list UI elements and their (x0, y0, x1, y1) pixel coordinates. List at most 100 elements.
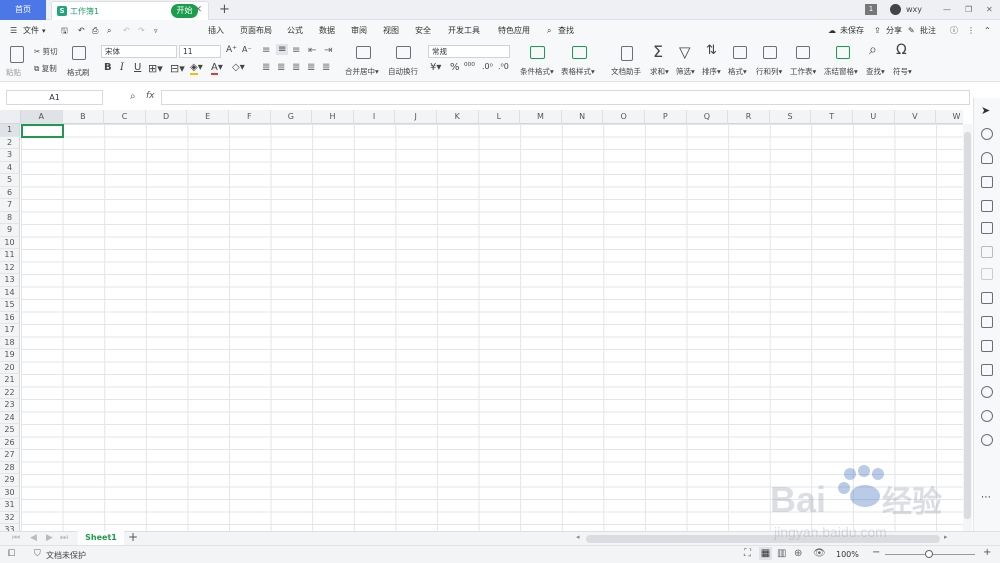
menu-file[interactable]: 文件 (23, 25, 39, 37)
row-header[interactable]: 30 (0, 486, 20, 499)
sort-button[interactable]: 排序▾ (702, 66, 721, 77)
tab-data[interactable]: 数据 (319, 25, 335, 37)
add-sheet-button[interactable]: + (128, 530, 138, 544)
cursor-icon[interactable]: ➤ (981, 104, 993, 117)
column-header[interactable]: U (853, 110, 895, 124)
zoom-slider-handle[interactable] (925, 550, 933, 558)
zoom-formula-icon[interactable]: ⌕ (130, 91, 136, 102)
column-header[interactable]: B (63, 110, 105, 124)
chart-icon[interactable] (981, 222, 993, 234)
column-header[interactable]: Q (687, 110, 729, 124)
align-bottom-icon[interactable]: ≡ (292, 45, 300, 56)
increase-decimal-icon[interactable]: .0⁰ (482, 62, 493, 71)
increase-font-icon[interactable]: A⁺ (226, 45, 237, 55)
prev-sheet-icon[interactable]: ◀ (30, 533, 37, 543)
decrease-decimal-icon[interactable]: .⁰0 (498, 62, 509, 71)
row-header[interactable]: 23 (0, 399, 20, 412)
indent-decrease-icon[interactable]: ⇤ (308, 45, 316, 56)
align-center-icon[interactable]: ≣ (277, 62, 285, 73)
avatar[interactable] (890, 4, 901, 15)
comment-button[interactable]: 批注 (920, 25, 936, 37)
style-icon[interactable] (981, 152, 993, 164)
number-format-select[interactable]: 常规 (428, 45, 510, 58)
conditional-format-button[interactable]: 条件格式▾ (520, 66, 554, 77)
column-header[interactable]: S (770, 110, 812, 124)
security-icon[interactable] (981, 386, 993, 398)
row-header[interactable]: 24 (0, 411, 20, 424)
worksheet-button[interactable]: 工作表▾ (790, 66, 816, 77)
decrease-font-icon[interactable]: A⁻ (242, 45, 252, 54)
wrap-text-icon[interactable] (396, 46, 411, 59)
worksheet-icon[interactable] (796, 46, 810, 59)
collapse-ribbon-icon[interactable]: ⌃ (984, 25, 991, 37)
percent-icon[interactable]: % (450, 62, 460, 73)
column-header[interactable]: F (229, 110, 271, 124)
page-layout-view-icon[interactable]: ▥ (777, 548, 786, 559)
row-header[interactable]: 31 (0, 499, 20, 512)
wrap-text-button[interactable]: 自动换行 (388, 66, 418, 77)
table-style-button[interactable]: 表格样式▾ (561, 66, 595, 77)
conditional-format-icon[interactable] (530, 46, 545, 59)
row-header[interactable]: 10 (0, 236, 20, 249)
last-sheet-icon[interactable]: ⏭ (60, 533, 68, 543)
column-header[interactable]: P (645, 110, 687, 124)
share-doc-icon[interactable] (981, 268, 993, 280)
format-painter-button[interactable]: 格式刷 (67, 67, 90, 78)
column-header[interactable]: K (437, 110, 479, 124)
paste-button[interactable]: 粘贴 (6, 67, 21, 78)
row-header[interactable]: 14 (0, 286, 20, 299)
tab-features[interactable]: 特色应用 (498, 25, 530, 37)
print-area-icon[interactable] (981, 292, 993, 304)
row-header[interactable]: 1 (0, 124, 20, 137)
tab-formulas[interactable]: 公式 (287, 25, 303, 37)
column-header[interactable]: N (562, 110, 604, 124)
row-header[interactable]: 20 (0, 361, 20, 374)
row-header[interactable]: 15 (0, 299, 20, 312)
row-header[interactable]: 33 (0, 524, 20, 531)
minimize-icon[interactable]: — (943, 2, 951, 18)
row-header[interactable]: 8 (0, 211, 20, 224)
column-header[interactable]: C (104, 110, 146, 124)
format-painter-icon[interactable] (72, 46, 86, 60)
export-icon[interactable] (981, 316, 993, 328)
undo-history-icon[interactable]: ↶ (78, 25, 85, 37)
freeze-panes-button[interactable]: 冻结窗格▾ (824, 66, 858, 77)
help-circle-icon[interactable] (981, 434, 993, 446)
bold-button[interactable]: B (104, 62, 112, 73)
column-header[interactable]: G (271, 110, 313, 124)
row-header[interactable]: 7 (0, 199, 20, 212)
active-cell[interactable] (21, 124, 64, 138)
align-left-icon[interactable]: ≣ (262, 62, 270, 73)
font-color-icon[interactable]: A▾ (211, 62, 223, 75)
row-header[interactable]: 32 (0, 511, 20, 524)
username[interactable]: wxy (906, 2, 922, 18)
row-header[interactable]: 16 (0, 311, 20, 324)
row-header[interactable]: 5 (0, 174, 20, 187)
rows-columns-icon[interactable] (763, 46, 777, 59)
freeze-panes-icon[interactable] (836, 46, 850, 59)
table-style-icon[interactable] (572, 46, 587, 59)
distribute-icon[interactable]: ≣ (322, 62, 330, 73)
merge-icon[interactable] (356, 46, 371, 59)
align-middle-icon[interactable]: ≡ (276, 44, 289, 55)
macro-icon[interactable]: ⧠ (8, 549, 15, 559)
search-label[interactable]: 查找 (558, 25, 574, 37)
thousands-icon[interactable]: ⁰⁰⁰ (464, 62, 475, 72)
more-icon[interactable]: ⋮ (967, 25, 975, 37)
sum-icon[interactable]: Σ (653, 42, 663, 61)
next-sheet-icon[interactable]: ▶ (46, 533, 53, 543)
eye-protect-icon[interactable]: 👁 (813, 548, 826, 559)
row-header[interactable]: 17 (0, 324, 20, 337)
help-icon[interactable]: ⓘ (950, 25, 958, 37)
rows-columns-button[interactable]: 行和列▾ (756, 66, 782, 77)
backup-icon[interactable] (981, 246, 993, 258)
zoom-in-icon[interactable]: + (983, 547, 991, 558)
sheet-tab-sheet1[interactable]: Sheet1 (78, 531, 124, 545)
scroll-left-icon[interactable]: ◂ (576, 533, 580, 541)
sort-icon[interactable]: ⇅ (706, 43, 717, 58)
tab-view[interactable]: 视图 (383, 25, 399, 37)
filter-icon[interactable]: ▽ (679, 43, 691, 61)
align-right-icon[interactable]: ≣ (292, 62, 300, 73)
format-button[interactable]: 格式▾ (728, 66, 747, 77)
window-count-badge[interactable]: 1 (865, 4, 877, 15)
